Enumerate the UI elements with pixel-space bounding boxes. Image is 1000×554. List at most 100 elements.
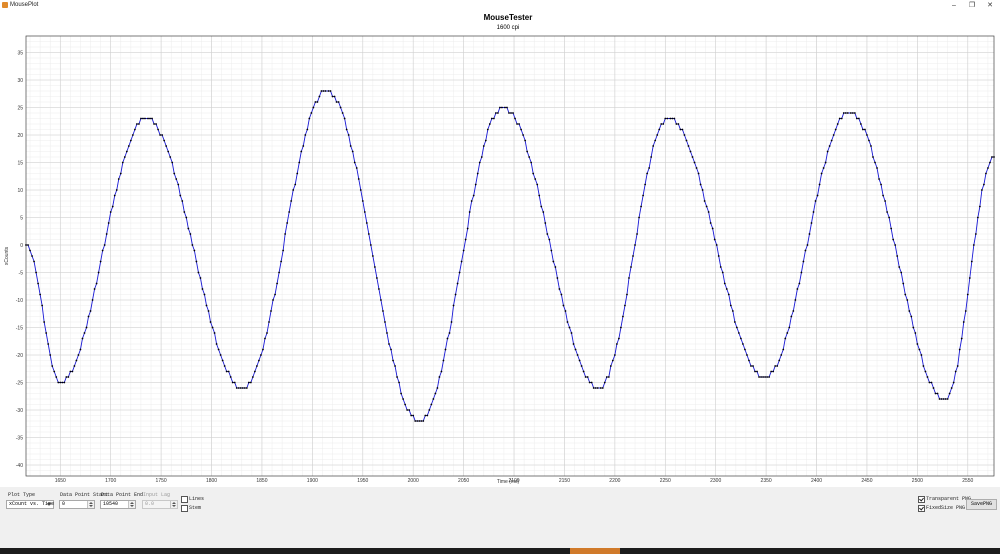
plot-type-select[interactable]: xCount vs. Time — [6, 500, 54, 509]
data-point — [711, 227, 714, 230]
data-point-start-spinner[interactable] — [87, 501, 94, 508]
data-point — [474, 183, 477, 186]
data-point — [113, 194, 116, 197]
data-point — [750, 365, 752, 367]
data-point — [715, 244, 718, 246]
data-point — [410, 414, 413, 417]
data-point — [155, 123, 157, 125]
data-point — [99, 260, 102, 263]
data-point — [896, 255, 899, 257]
data-point — [640, 205, 642, 208]
x-tick-label: 1950 — [357, 478, 368, 484]
data-point — [540, 205, 543, 208]
transparent-png-checkbox[interactable] — [918, 496, 925, 503]
data-point — [954, 370, 957, 373]
data-point — [388, 343, 390, 345]
data-point — [936, 392, 939, 395]
data-point — [101, 249, 104, 252]
data-point — [59, 381, 62, 384]
data-point — [426, 414, 429, 417]
data-point — [468, 211, 471, 213]
lines-label: Lines — [189, 496, 205, 502]
taskbar-active-app[interactable] — [570, 548, 620, 554]
data-point — [701, 189, 704, 191]
input-lag-spinner[interactable] — [170, 501, 177, 508]
chevron-down-icon — [47, 503, 51, 506]
data-point — [862, 128, 864, 131]
minimize-button[interactable]: – — [945, 0, 963, 11]
lines-checkbox[interactable] — [181, 496, 188, 503]
data-point — [363, 211, 366, 213]
data-point — [497, 112, 499, 114]
data-point — [51, 365, 54, 367]
data-point — [149, 117, 151, 120]
data-point — [719, 266, 722, 268]
data-point — [318, 95, 321, 98]
data-point — [928, 381, 931, 384]
close-button[interactable]: ✕ — [981, 0, 999, 11]
data-point — [966, 293, 969, 296]
data-point — [219, 354, 222, 356]
data-point — [874, 161, 876, 164]
data-point — [526, 150, 529, 153]
data-point — [758, 376, 760, 378]
data-point — [484, 139, 487, 142]
data-point — [442, 359, 445, 362]
data-point — [49, 354, 52, 356]
y-tick-label: -15 — [16, 325, 23, 331]
stem-checkbox[interactable] — [181, 505, 188, 512]
data-point — [884, 200, 886, 202]
data-point-end-input[interactable]: 10540 — [100, 500, 136, 509]
data-point — [709, 222, 712, 224]
fixed-size-png-checkbox[interactable] — [918, 505, 925, 512]
data-point — [546, 233, 549, 235]
input-lag-input[interactable]: 0.0 — [142, 500, 178, 509]
taskbar — [0, 548, 1000, 554]
data-point — [888, 216, 891, 219]
data-point-start-input[interactable]: 0 — [59, 500, 95, 509]
data-point — [324, 90, 327, 92]
data-point — [478, 161, 481, 164]
data-point-end-spinner[interactable] — [128, 501, 135, 508]
data-point — [615, 343, 618, 345]
data-point — [681, 128, 684, 131]
data-point — [87, 315, 90, 318]
data-point — [536, 183, 539, 186]
data-point — [544, 222, 547, 224]
data-point — [972, 244, 975, 246]
data-point — [638, 216, 640, 219]
data-point — [359, 189, 362, 191]
data-point — [776, 365, 779, 367]
y-axis-ticks: 35 30 25 20 15 10 5 0 -5 -10 -15 -20 -25 -30 -35 -40 — [16, 50, 23, 468]
data-point — [634, 244, 636, 246]
data-point — [296, 172, 299, 175]
data-point — [227, 370, 230, 373]
save-png-button[interactable]: SavePNG — [966, 499, 997, 510]
data-point — [179, 194, 182, 197]
maximize-button[interactable]: ❐ — [963, 0, 981, 11]
data-point — [946, 398, 949, 400]
data-point — [57, 381, 60, 384]
data-point — [203, 293, 206, 296]
data-point — [656, 134, 659, 136]
data-point — [43, 321, 46, 323]
data-point — [239, 387, 242, 389]
data-point — [746, 354, 748, 356]
data-point — [371, 255, 374, 257]
data-point — [904, 293, 907, 296]
data-point — [140, 117, 142, 120]
data-point — [213, 332, 216, 334]
x-tick-label: 2050 — [458, 478, 469, 484]
data-point — [39, 293, 42, 296]
data-point — [882, 194, 884, 197]
data-point — [199, 277, 202, 279]
data-point — [918, 348, 921, 351]
data-point — [832, 134, 835, 136]
plot-type-label: Plot Type — [8, 492, 36, 498]
data-point — [849, 112, 852, 114]
x-tick-label: 1650 — [55, 478, 66, 484]
data-point — [985, 172, 987, 175]
data-point — [964, 310, 967, 312]
data-point — [522, 134, 525, 136]
y-tick-label: -10 — [16, 298, 23, 304]
